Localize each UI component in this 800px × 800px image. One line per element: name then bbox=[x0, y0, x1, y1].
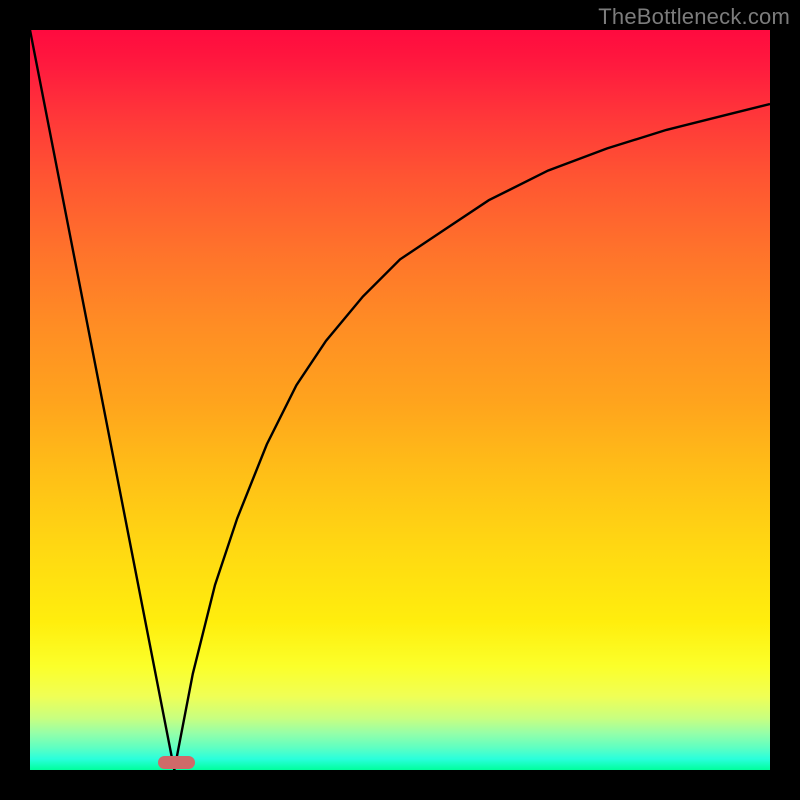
chart-frame: TheBottleneck.com bbox=[0, 0, 800, 800]
curve-svg bbox=[30, 30, 770, 770]
watermark-text: TheBottleneck.com bbox=[598, 4, 790, 30]
minimum-marker bbox=[158, 756, 195, 769]
bottleneck-curve bbox=[30, 30, 770, 770]
plot-area bbox=[30, 30, 770, 770]
